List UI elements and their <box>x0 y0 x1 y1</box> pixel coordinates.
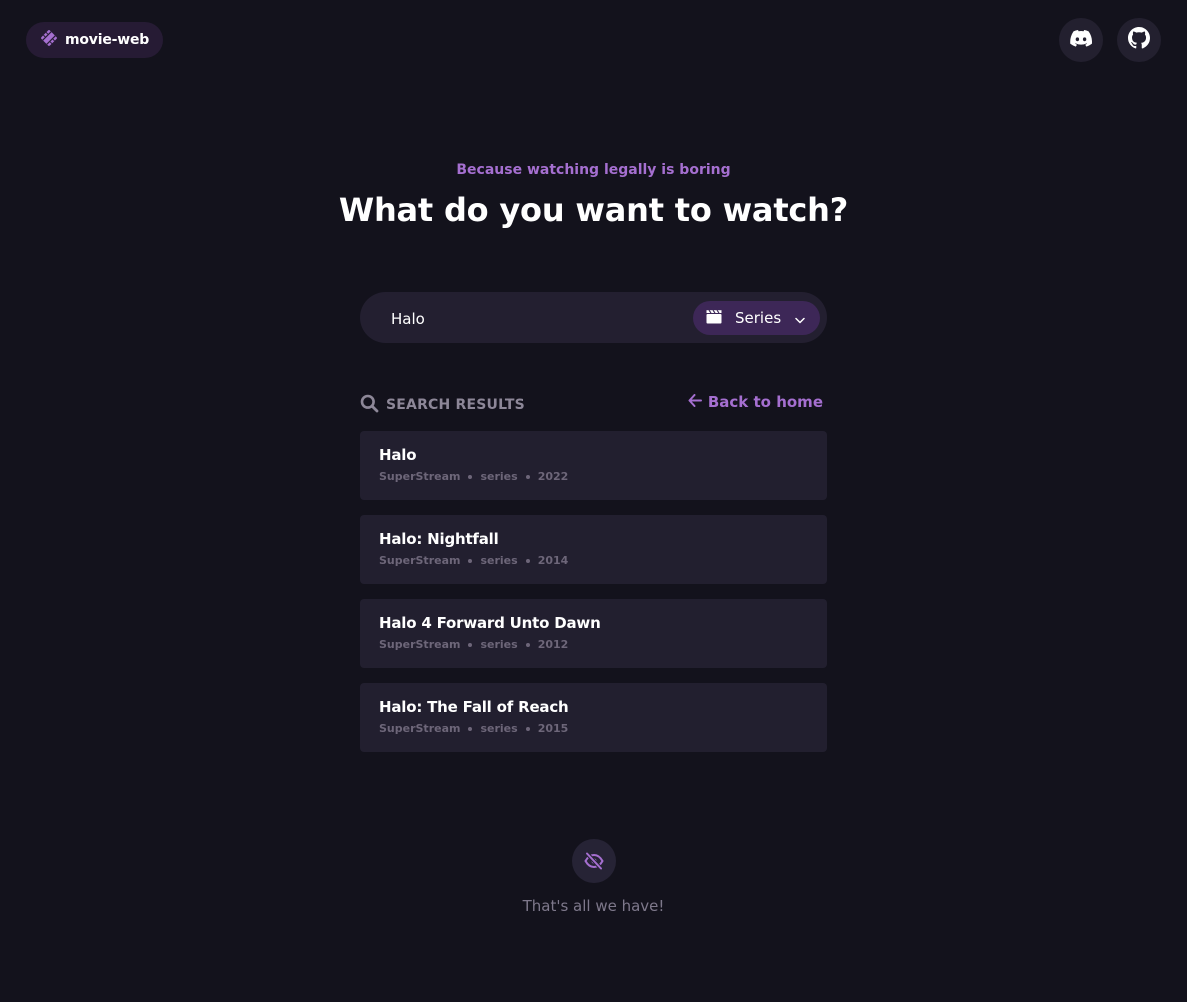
page-title: What do you want to watch? <box>338 191 849 229</box>
discord-icon <box>1070 29 1093 51</box>
result-meta: SuperStream series 2012 <box>379 638 808 651</box>
back-to-home-link[interactable]: Back to home <box>688 393 823 411</box>
result-year: 2012 <box>537 638 569 651</box>
result-type: series <box>480 554 518 567</box>
results-heading: SEARCH RESULTS <box>360 394 525 417</box>
eye-slash-icon <box>571 839 616 883</box>
tagline: Because watching legally is boring <box>456 162 731 178</box>
results-header: SEARCH RESULTS Back to home <box>360 392 827 418</box>
result-provider: SuperStream <box>379 470 461 483</box>
separator-dot <box>525 474 530 479</box>
github-button[interactable] <box>1117 18 1161 62</box>
result-year: 2014 <box>537 554 569 567</box>
result-year: 2015 <box>537 722 569 735</box>
result-type: series <box>480 722 518 735</box>
discord-button[interactable] <box>1059 18 1103 62</box>
separator-dot <box>525 558 530 563</box>
separator-dot <box>468 726 473 731</box>
brand-link[interactable]: movie-web <box>26 22 164 58</box>
separator-dot <box>525 726 530 731</box>
search-input[interactable] <box>389 292 693 345</box>
result-title: Halo 4 Forward Unto Dawn <box>379 614 601 632</box>
result-title: Halo: The Fall of Reach <box>379 698 569 716</box>
results-list: Halo SuperStream series 2022 Halo: Night… <box>360 431 827 767</box>
result-meta: SuperStream series 2015 <box>379 722 808 735</box>
result-type: series <box>480 470 518 483</box>
media-type-dropdown[interactable]: Series <box>693 301 820 335</box>
arrow-left-icon <box>688 393 702 411</box>
separator-dot <box>525 642 530 647</box>
separator-dot <box>468 642 473 647</box>
end-of-results: That's all we have! <box>0 839 1187 915</box>
media-type-label: Series <box>735 309 782 327</box>
hero: Because watching legally is boring What … <box>0 162 1187 229</box>
result-card[interactable]: Halo 4 Forward Unto Dawn SuperStream ser… <box>360 599 827 668</box>
result-provider: SuperStream <box>379 638 461 651</box>
result-type: series <box>480 638 518 651</box>
header-links <box>1059 18 1161 62</box>
result-year: 2022 <box>537 470 569 483</box>
result-meta: SuperStream series 2014 <box>379 554 808 567</box>
clapperboard-icon <box>706 309 722 328</box>
results-heading-label: SEARCH RESULTS <box>386 397 525 413</box>
separator-dot <box>468 558 473 563</box>
result-provider: SuperStream <box>379 722 461 735</box>
result-card[interactable]: Halo: Nightfall SuperStream series 2014 <box>360 515 827 584</box>
result-meta: SuperStream series 2022 <box>379 470 808 483</box>
search-bar: Series <box>360 292 827 345</box>
search-icon <box>360 394 379 417</box>
brand-name: movie-web <box>65 32 150 48</box>
result-title: Halo: Nightfall <box>379 530 499 548</box>
film-icon <box>40 29 58 51</box>
back-to-home-label: Back to home <box>707 393 823 411</box>
result-provider: SuperStream <box>379 554 461 567</box>
result-card[interactable]: Halo SuperStream series 2022 <box>360 431 827 500</box>
github-icon <box>1128 27 1150 53</box>
end-of-results-text: That's all we have! <box>522 897 665 915</box>
separator-dot <box>468 474 473 479</box>
chevron-down-icon <box>795 309 805 328</box>
result-card[interactable]: Halo: The Fall of Reach SuperStream seri… <box>360 683 827 752</box>
result-title: Halo <box>379 446 417 464</box>
